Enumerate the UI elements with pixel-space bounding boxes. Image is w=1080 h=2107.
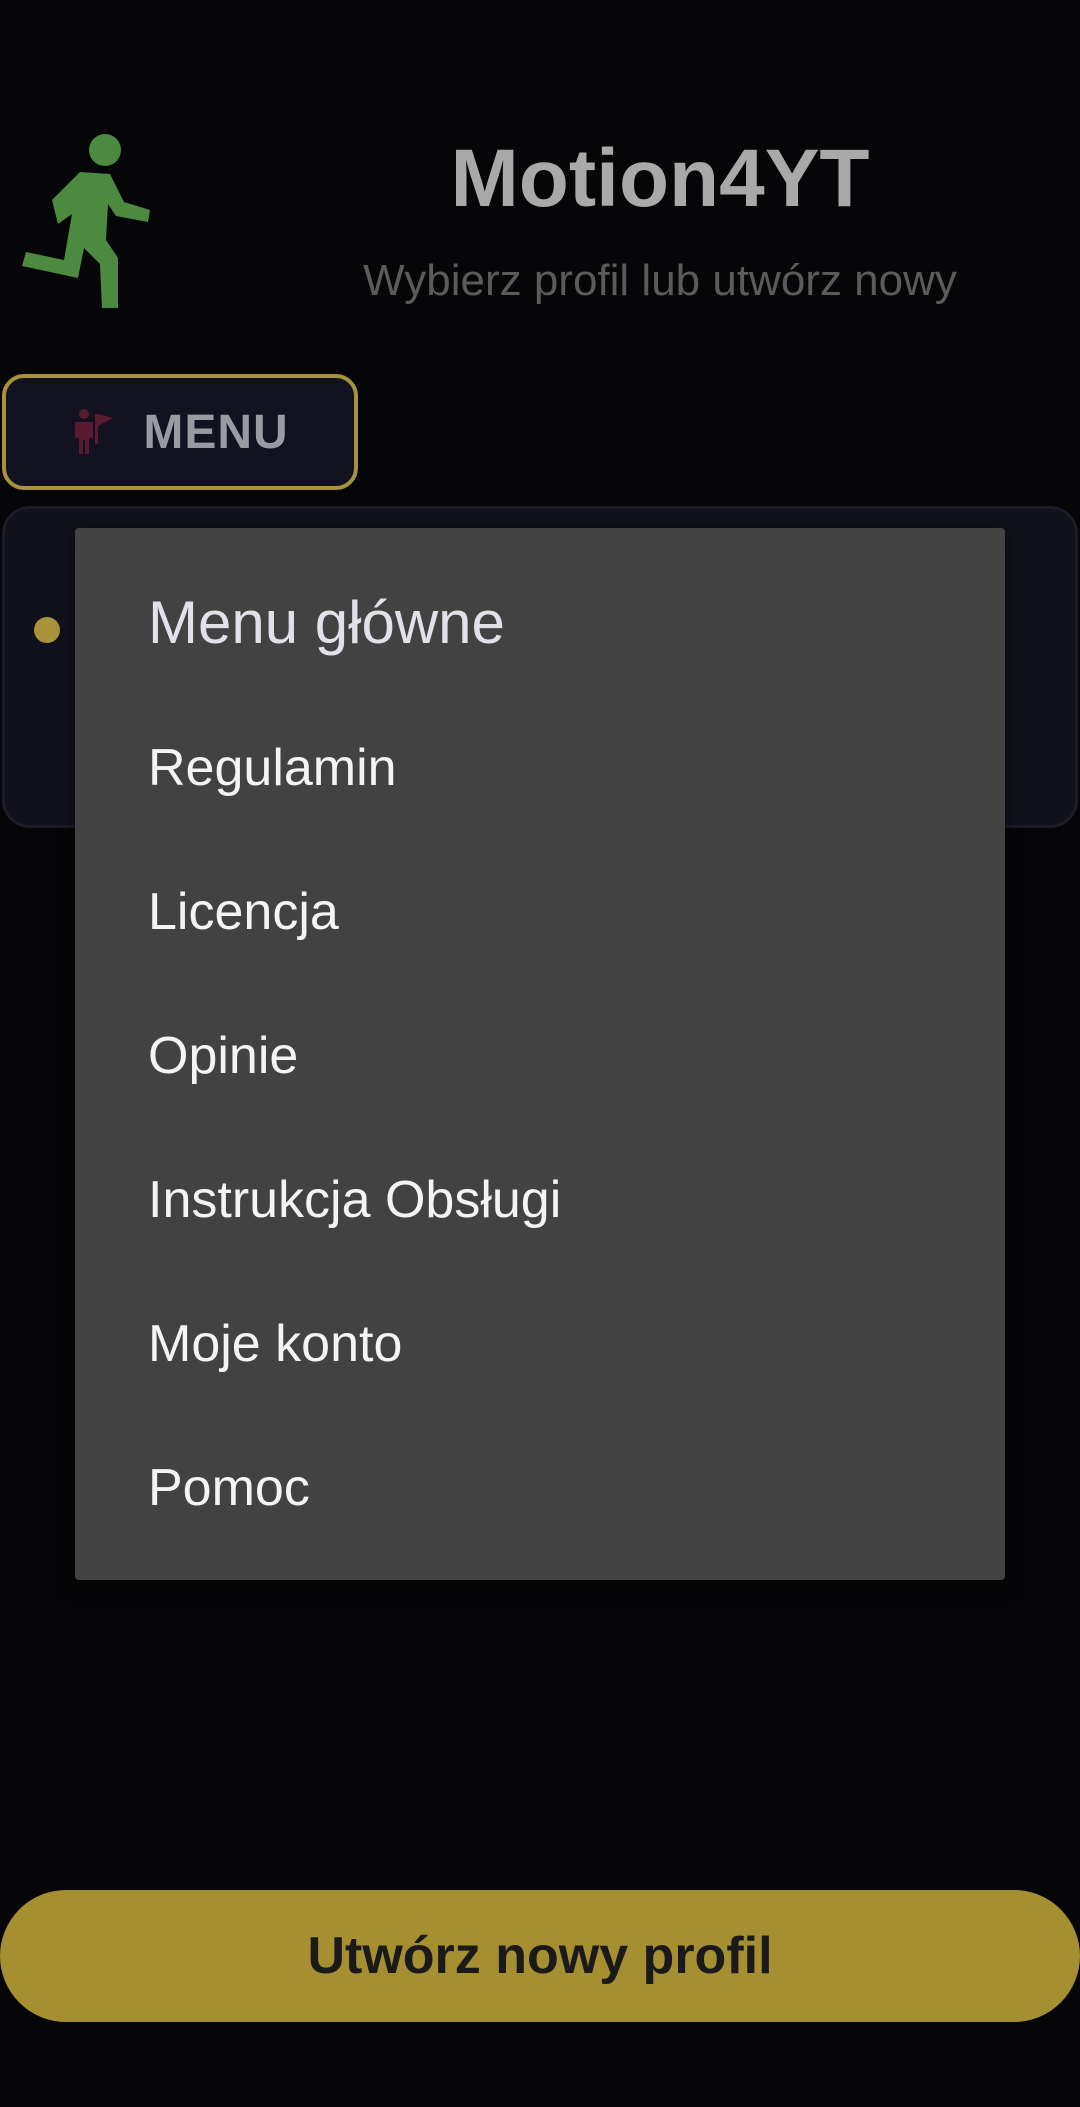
menu-item-instrukcja[interactable]: Instrukcja Obsługi	[148, 1170, 561, 1230]
menu-item-licencja[interactable]: Licencja	[148, 882, 339, 942]
menu-item-moje-konto[interactable]: Moje konto	[148, 1314, 402, 1374]
dropdown-title: Menu główne	[148, 589, 505, 656]
profile-indicator-dot	[34, 617, 60, 643]
menu-button-label: MENU	[143, 405, 289, 459]
screen: Motion4YT Wybierz profil lub utwórz nowy…	[0, 0, 1080, 2107]
create-profile-button[interactable]: Utwórz nowy profil	[0, 1890, 1080, 2022]
menu-item-opinie[interactable]: Opinie	[148, 1026, 298, 1086]
menu-item-pomoc[interactable]: Pomoc	[148, 1458, 310, 1518]
menu-button[interactable]: MENU	[2, 374, 358, 490]
running-person-icon	[22, 134, 150, 308]
create-profile-label: Utwórz nowy profil	[307, 1927, 773, 1985]
app-title: Motion4YT	[450, 133, 870, 224]
app-subtitle: Wybierz profil lub utwórz nowy	[363, 256, 957, 305]
main-menu-dropdown: Menu główne Regulamin Licencja Opinie In…	[75, 528, 1005, 1580]
menu-item-regulamin[interactable]: Regulamin	[148, 738, 397, 798]
person-flag-icon	[75, 409, 114, 454]
